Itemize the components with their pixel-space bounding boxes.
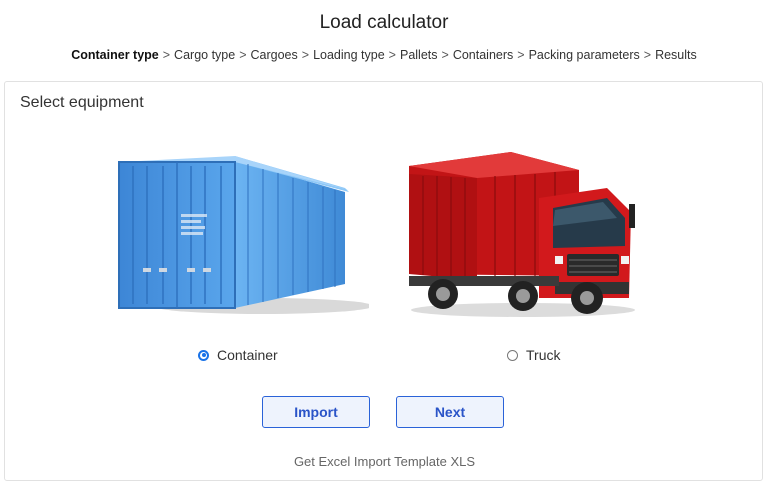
container-radio-button[interactable] — [198, 349, 209, 361]
breadcrumb-container-type[interactable]: Container type — [71, 48, 159, 62]
container-radio-label: Container — [217, 347, 278, 363]
truck-radio-option[interactable]: Truck — [507, 347, 560, 363]
breadcrumb-separator: > — [441, 48, 449, 62]
breadcrumb-containers[interactable]: Containers — [453, 48, 513, 62]
import-button[interactable]: Import — [262, 396, 370, 428]
breadcrumb-separator: > — [239, 48, 247, 62]
breadcrumb: Container type > Cargo type > Cargoes > Loadin… — [0, 48, 768, 62]
breadcrumb-separator: > — [162, 48, 171, 62]
container-image[interactable] — [113, 148, 369, 318]
truck-image[interactable] — [403, 148, 639, 320]
truck-radio-button[interactable] — [507, 349, 518, 361]
breadcrumb-separator: > — [643, 48, 652, 62]
equipment-panel: Select equipment Container Truck Import … — [4, 81, 763, 481]
breadcrumb-packing-parameters[interactable]: Packing parameters — [529, 48, 640, 62]
breadcrumb-separator: > — [388, 48, 396, 62]
breadcrumb-separator: > — [517, 48, 525, 62]
truck-radio-label: Truck — [526, 347, 561, 363]
page-title: Load calculator — [319, 12, 449, 33]
breadcrumb-cargo-type[interactable]: Cargo type — [174, 48, 235, 62]
breadcrumb-pallets[interactable]: Pallets — [400, 48, 438, 62]
breadcrumb-cargoes[interactable]: Cargoes — [251, 48, 298, 62]
excel-template-link[interactable]: Get Excel Import Template XLS — [5, 454, 764, 469]
breadcrumb-loading-type[interactable]: Loading type — [313, 48, 385, 62]
breadcrumb-separator: > — [301, 48, 310, 62]
panel-title: Select equipment — [20, 94, 144, 111]
container-radio-option[interactable]: Container — [198, 347, 278, 363]
next-button[interactable]: Next — [396, 396, 504, 428]
breadcrumb-results[interactable]: Results — [655, 48, 697, 62]
